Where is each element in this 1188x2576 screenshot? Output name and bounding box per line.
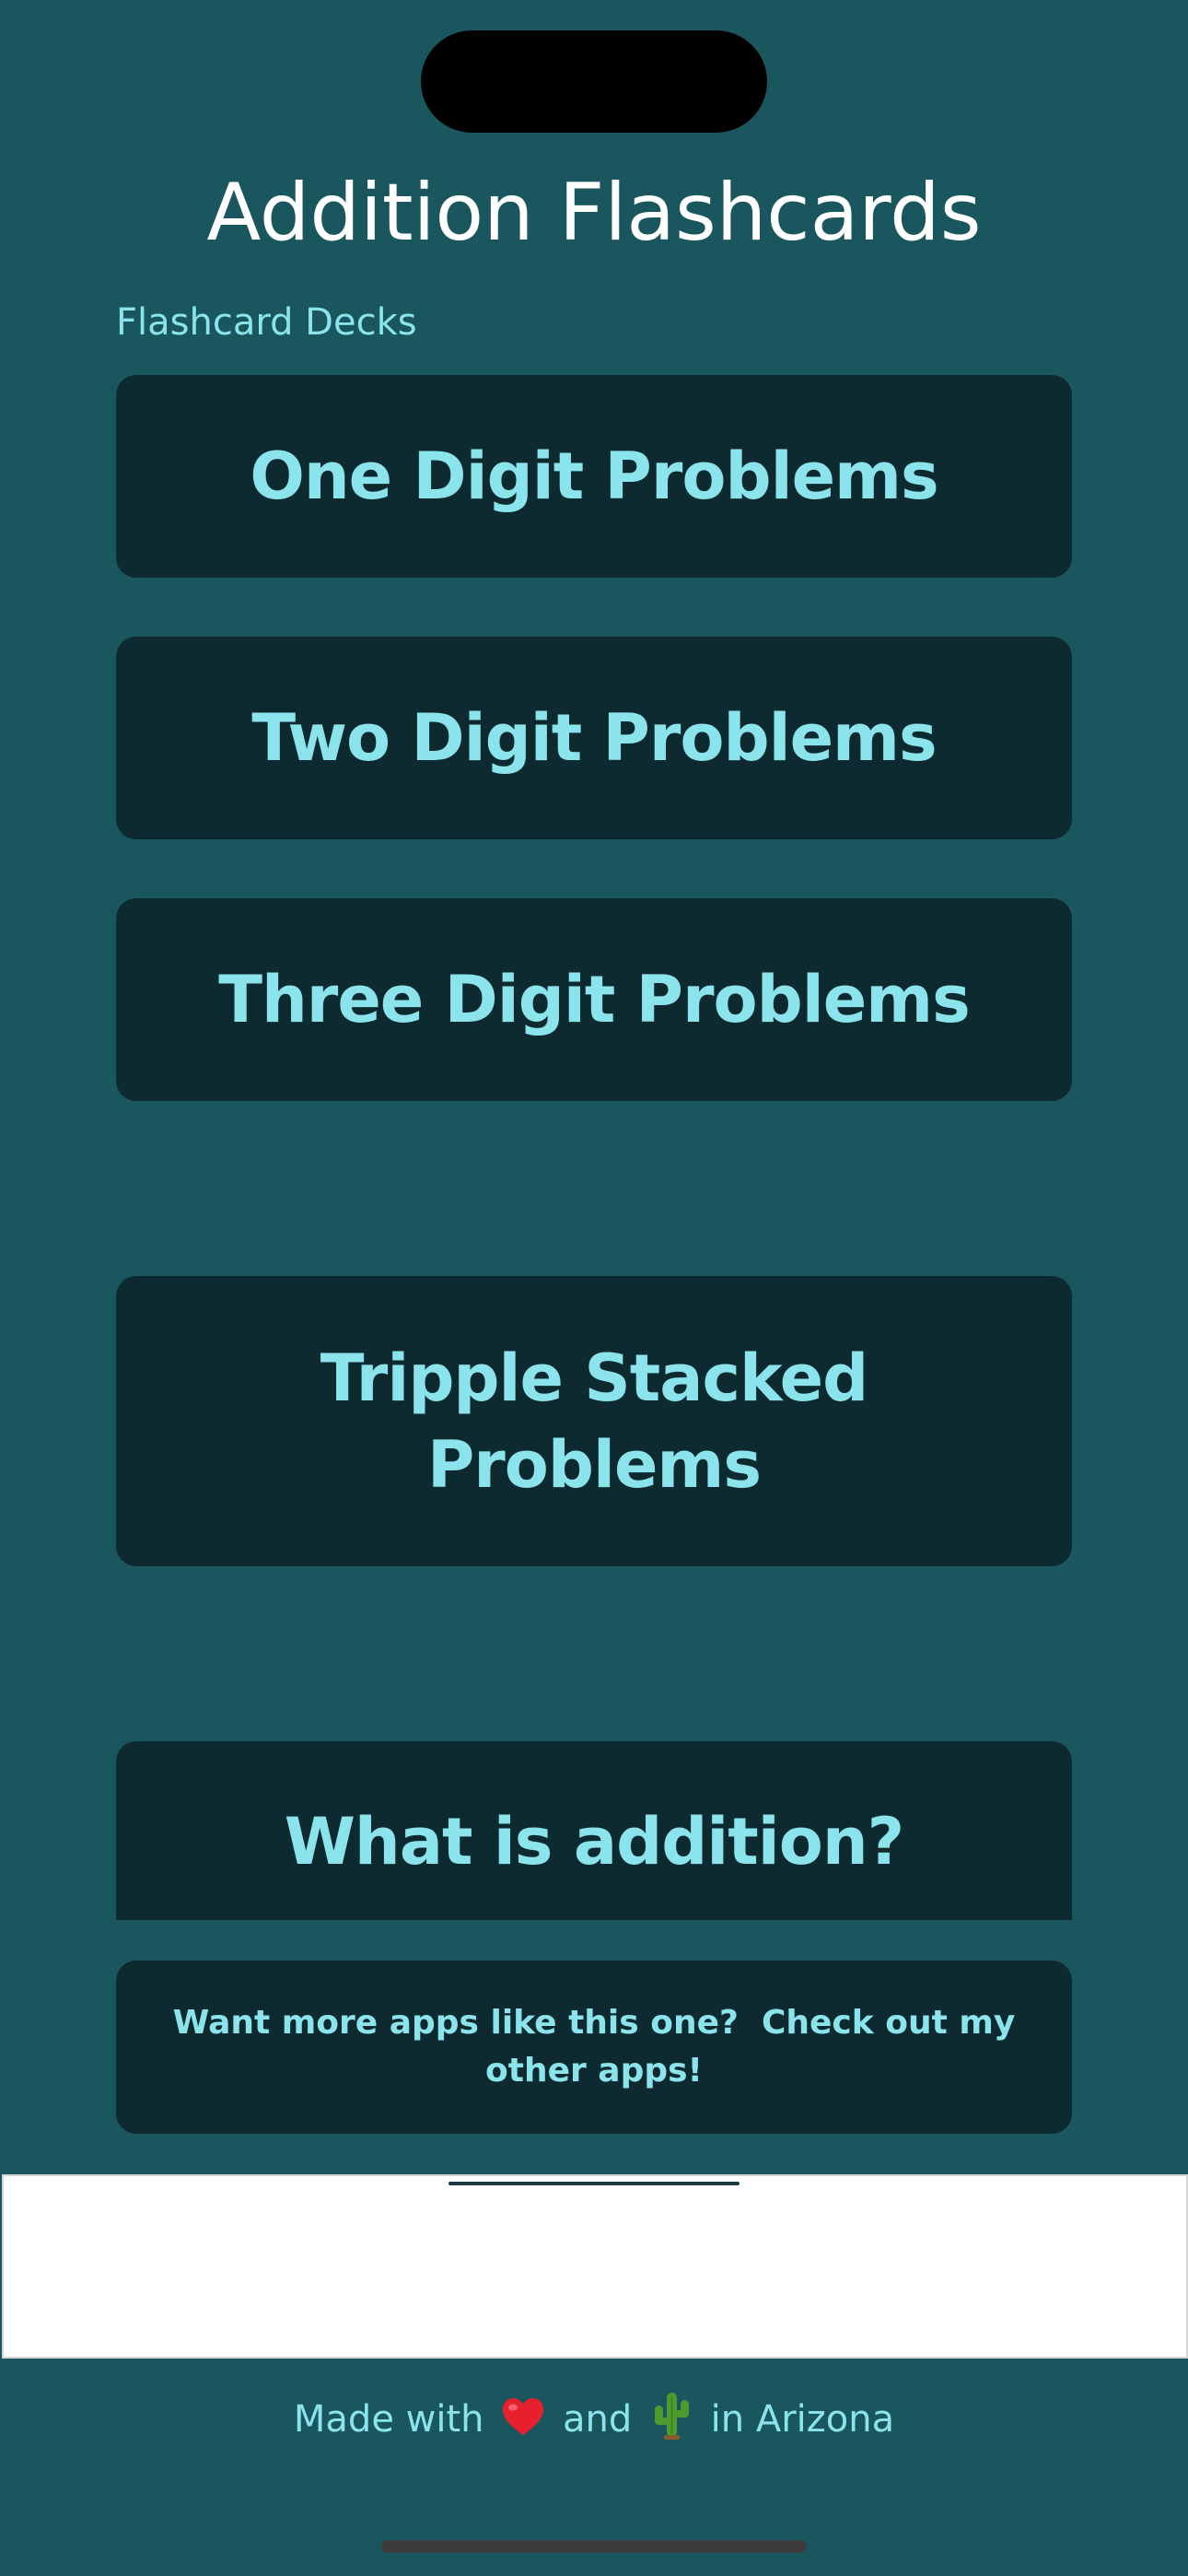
tripple-stacked-problems-button[interactable]: Tripple Stacked Problems bbox=[116, 1276, 1072, 1566]
what-is-addition-button[interactable]: What is addition? bbox=[116, 1741, 1072, 1920]
footer-text-before: Made with bbox=[293, 2398, 484, 2441]
cactus-icon bbox=[654, 2393, 689, 2440]
heart-icon bbox=[503, 2398, 544, 2435]
footer-credit: Made with and in Arizona bbox=[0, 2388, 1188, 2451]
ad-banner[interactable] bbox=[2, 2174, 1188, 2359]
one-digit-problems-button[interactable]: One Digit Problems bbox=[116, 375, 1072, 578]
one-digit-problems-label: One Digit Problems bbox=[250, 439, 938, 514]
two-digit-problems-button[interactable]: Two Digit Problems bbox=[116, 637, 1072, 839]
tripple-stacked-problems-label: Tripple Stacked Problems bbox=[320, 1340, 869, 1503]
ad-banner-handle bbox=[448, 2182, 740, 2185]
two-digit-problems-label: Two Digit Problems bbox=[251, 700, 937, 776]
what-is-addition-label: What is addition? bbox=[284, 1804, 905, 1879]
footer-text-after: in Arizona bbox=[710, 2398, 895, 2441]
three-digit-problems-label: Three Digit Problems bbox=[218, 962, 971, 1037]
three-digit-problems-button[interactable]: Three Digit Problems bbox=[116, 898, 1072, 1101]
section-label-flashcard-decks: Flashcard Decks bbox=[116, 301, 417, 344]
dynamic-island bbox=[421, 30, 767, 133]
footer-text-middle: and bbox=[562, 2398, 633, 2441]
more-apps-button[interactable]: Want more apps like this one? Check out … bbox=[116, 1961, 1072, 2134]
more-apps-label: Want more apps like this one? Check out … bbox=[172, 2004, 1027, 2090]
page-title: Addition Flashcards bbox=[206, 167, 982, 259]
home-indicator[interactable] bbox=[381, 2540, 807, 2553]
